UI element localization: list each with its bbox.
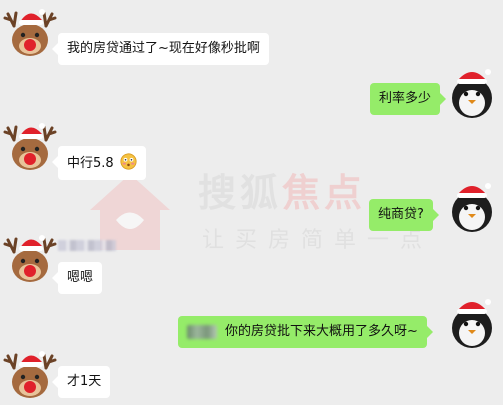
message-bubble[interactable]: 利率多少 (370, 83, 447, 115)
reindeer-avatar[interactable] (2, 118, 58, 174)
reindeer-avatar[interactable] (2, 346, 58, 402)
message-text: 你的房贷批下来大概用了多久呀~ (225, 324, 418, 339)
message-text: 纯商贷? (378, 207, 424, 222)
penguin-icon (452, 299, 492, 348)
message-text: 中行5.8 (67, 156, 114, 171)
message-bubble[interactable]: 我的房贷通过了~现在好像秒批啊 (52, 33, 269, 65)
message-bubble[interactable]: 中行5.8 (52, 146, 146, 180)
message-text: 嗯嗯 (67, 270, 94, 285)
message-text: 我的房贷通过了~现在好像秒批啊 (67, 41, 260, 56)
watermark-brand: 搜狐焦点 (198, 171, 367, 215)
chat-window: 搜狐焦点 让买房简单一点 我的房贷通过了~现在好像秒批啊 利率多少 中行5.8 … (0, 0, 503, 405)
reindeer-icon (3, 351, 57, 398)
penguin-avatar[interactable] (444, 180, 500, 236)
redacted-mention (187, 324, 217, 339)
message-text: 利率多少 (379, 91, 432, 106)
reindeer-avatar[interactable] (2, 4, 58, 60)
sender-name-redacted (58, 240, 116, 251)
message-bubble[interactable]: 才1天 (51, 366, 111, 398)
reindeer-avatar[interactable] (2, 230, 58, 286)
reindeer-icon (3, 123, 57, 170)
penguin-icon (452, 183, 492, 232)
penguin-avatar[interactable] (444, 66, 500, 122)
reindeer-icon (3, 9, 57, 56)
flushed-face-icon (120, 153, 137, 170)
message-text: 才1天 (67, 374, 102, 389)
message-bubble[interactable]: 纯商贷? (369, 199, 439, 231)
reindeer-icon (3, 235, 57, 282)
message-bubble[interactable]: 你的房贷批下来大概用了多久呀~ (178, 316, 433, 348)
message-bubble[interactable]: 嗯嗯 (51, 262, 103, 294)
penguin-icon (452, 69, 492, 118)
penguin-avatar[interactable] (444, 296, 500, 352)
